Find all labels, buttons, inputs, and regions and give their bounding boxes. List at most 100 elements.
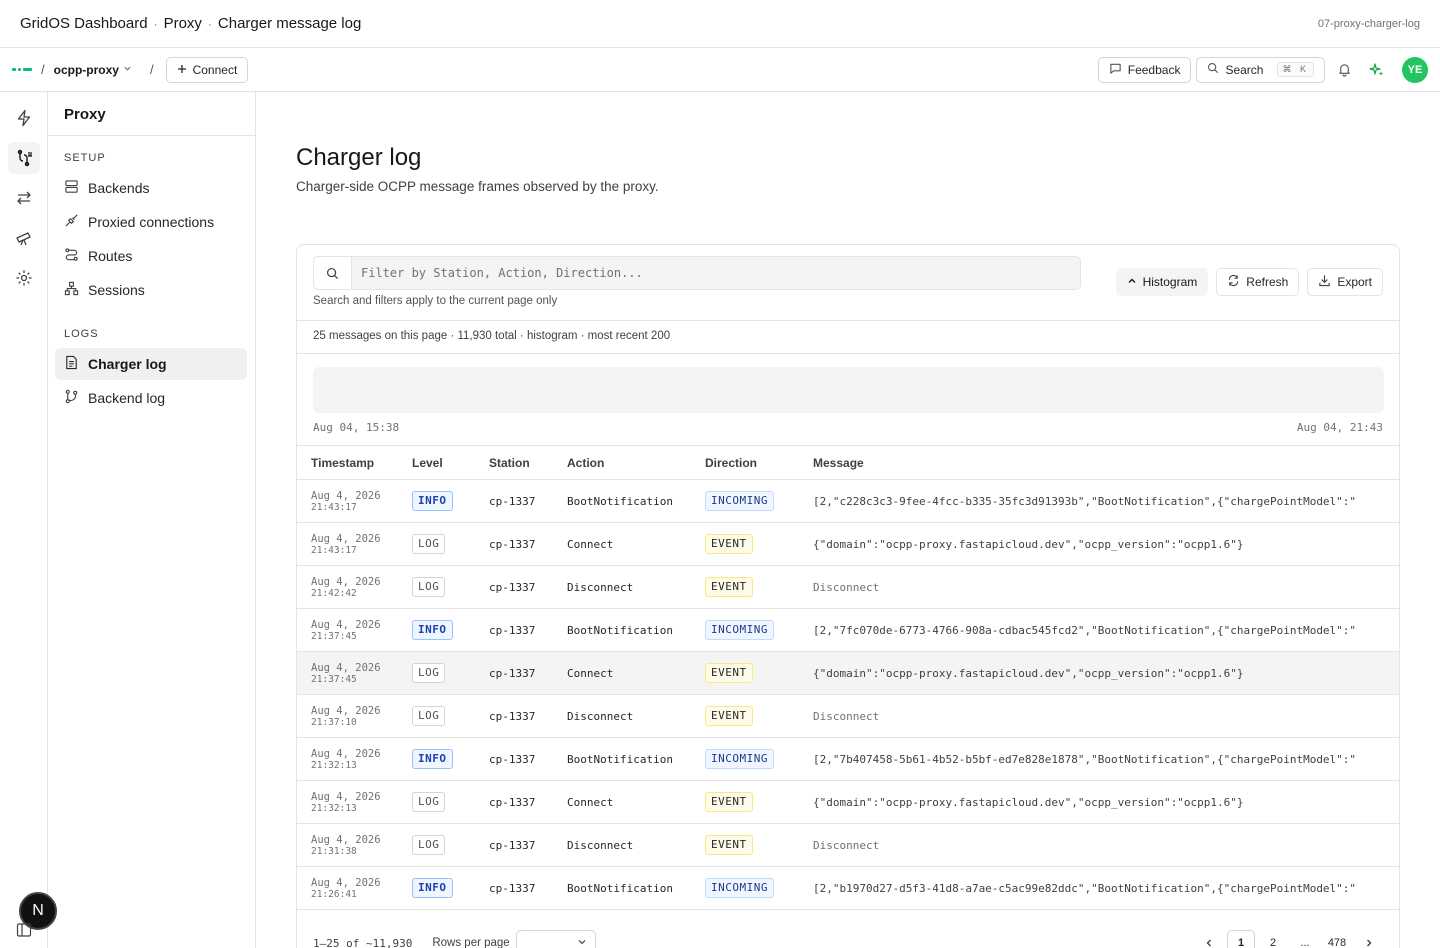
rows-per-page-select[interactable]: [515, 930, 596, 948]
sidebar-item-backend-log[interactable]: Backend log: [55, 382, 247, 414]
bell-icon[interactable]: [1330, 56, 1358, 84]
station-cell: cp-1337: [475, 823, 553, 867]
gear-icon[interactable]: [8, 262, 40, 294]
filter-box[interactable]: Filter by Station, Action, Direction...: [313, 256, 1081, 290]
topbar: / ocpp-proxy / Connect Feedback Search ⌘…: [0, 48, 1440, 92]
file-text-icon: [64, 355, 79, 373]
table-row[interactable]: Aug 4, 2026 21:43:17 INFO cp-1337 BootNotifi…: [297, 479, 1399, 523]
direction-cell: EVENT: [691, 651, 799, 695]
action-cell: BootNotification: [553, 866, 691, 910]
sessions-icon: [64, 281, 79, 299]
search-icon: [314, 257, 352, 289]
column-header[interactable]: Level: [398, 445, 475, 480]
sidebar-item-sessions[interactable]: Sessions: [55, 274, 247, 306]
date-text: Aug 4, 2026: [311, 532, 381, 545]
main-content: Charger log Charger-side OCPP message fr…: [256, 92, 1440, 948]
timestamp-cell: Aug 4, 2026 21:43:17: [297, 522, 398, 566]
time-text: 21:43:17: [311, 544, 357, 556]
page-button-current[interactable]: 1: [1227, 930, 1255, 948]
icon-rail: N: [0, 92, 57, 948]
level-badge: INFO: [412, 878, 453, 898]
time-text: 21:37:45: [311, 630, 357, 642]
chevron-left-icon[interactable]: [1195, 930, 1223, 948]
sidebar-item-backends[interactable]: Backends: [55, 172, 247, 204]
level-cell: LOG: [398, 823, 475, 867]
filter-input[interactable]: Filter by Station, Action, Direction...: [352, 257, 643, 289]
search-button[interactable]: Search ⌘ K: [1196, 56, 1325, 83]
level-cell: INFO: [398, 866, 475, 910]
table-row[interactable]: Aug 4, 2026 21:31:38 LOG cp-1337 Disconnect E…: [297, 823, 1399, 867]
avatar[interactable]: YE: [1402, 56, 1428, 83]
page-subtitle: Charger-side OCPP message frames observe…: [296, 179, 659, 194]
rows-per-page-label: Rows per page: [432, 937, 510, 948]
arrows-exchange-icon[interactable]: [8, 182, 40, 214]
direction-badge: EVENT: [705, 534, 753, 554]
timestamp-cell: Aug 4, 2026 21:42:42: [297, 565, 398, 609]
page-button[interactable]: 478: [1323, 930, 1351, 948]
title-separator: ·: [207, 16, 212, 31]
export-button[interactable]: Export: [1307, 268, 1383, 296]
server-icon: [64, 179, 79, 197]
table-row[interactable]: Aug 4, 2026 21:26:41 INFO cp-1337 BootNotifi…: [297, 866, 1399, 910]
refresh-button[interactable]: Refresh: [1216, 268, 1300, 296]
message-cell: [2,"7fc070de-6773-4766-908a-cdbac545fcd2…: [799, 608, 1399, 652]
table-row[interactable]: Aug 4, 2026 21:37:45 LOG cp-1337 Connect EVEN…: [297, 651, 1399, 695]
sidebar-item-routes[interactable]: Routes: [55, 240, 247, 272]
timestamp-cell: Aug 4, 2026 21:32:13: [297, 737, 398, 781]
table-row[interactable]: Aug 4, 2026 21:37:45 INFO cp-1337 BootNotifi…: [297, 608, 1399, 652]
logo-icon[interactable]: [12, 67, 33, 73]
sparkles-icon[interactable]: [1363, 56, 1391, 84]
feedback-label: Feedback: [1127, 62, 1181, 77]
action-cell: BootNotification: [553, 608, 691, 652]
column-header[interactable]: Action: [553, 445, 691, 480]
histogram-end-label: Aug 04, 21:43: [1296, 421, 1383, 434]
feedback-button[interactable]: Feedback: [1097, 56, 1192, 83]
action-cell: Connect: [553, 522, 691, 566]
proxy-nav-icon[interactable]: [8, 142, 40, 174]
chevron-down-icon: [577, 937, 587, 948]
sidebar-title: Proxy: [48, 92, 255, 136]
station-cell: cp-1337: [475, 780, 553, 824]
sidebar-item-charger-log[interactable]: Charger log: [55, 348, 247, 380]
time-text: 21:37:45: [311, 673, 357, 685]
station-cell: cp-1337: [475, 522, 553, 566]
section-name: Proxy: [163, 15, 202, 32]
sidebar-item-proxied-connections[interactable]: Proxied connections: [55, 206, 247, 238]
direction-cell: INCOMING: [691, 479, 799, 523]
chevron-right-icon[interactable]: [1355, 930, 1383, 948]
table-row[interactable]: Aug 4, 2026 21:42:42 LOG cp-1337 Disconnect E…: [297, 565, 1399, 609]
sidebar-toggle-icon[interactable]: [8, 918, 40, 942]
table-row[interactable]: Aug 4, 2026 21:32:13 INFO cp-1337 BootNotifi…: [297, 737, 1399, 781]
sidebar-item-label: Charger log: [88, 356, 167, 372]
column-header[interactable]: Timestamp: [297, 445, 398, 480]
sidebar-item-label: Routes: [88, 248, 133, 264]
table-row[interactable]: Aug 4, 2026 21:32:13 LOG cp-1337 Connect EVEN…: [297, 780, 1399, 824]
station-cell: cp-1337: [475, 565, 553, 609]
level-cell: LOG: [398, 780, 475, 824]
page-button[interactable]: 2: [1259, 930, 1287, 948]
timestamp-cell: Aug 4, 2026 21:32:13: [297, 780, 398, 824]
column-header[interactable]: Direction: [691, 445, 799, 480]
direction-cell: EVENT: [691, 694, 799, 738]
table-row[interactable]: Aug 4, 2026 21:43:17 LOG cp-1337 Connect EVEN…: [297, 522, 1399, 566]
page-ellipsis: ...: [1300, 937, 1310, 948]
plug-icon: [64, 213, 79, 231]
column-header[interactable]: Station: [475, 445, 553, 480]
direction-cell: EVENT: [691, 522, 799, 566]
table-row[interactable]: Aug 4, 2026 21:37:10 LOG cp-1337 Disconnect E…: [297, 694, 1399, 738]
search-shortcut: ⌘ K: [1277, 62, 1314, 77]
station-cell: cp-1337: [475, 866, 553, 910]
pagination: 1 2 ... 478: [1195, 930, 1383, 948]
project-switcher[interactable]: ocpp-proxy: [54, 63, 132, 77]
telescope-icon[interactable]: [8, 222, 40, 254]
message-cell: [2,"7b407458-5b61-4b52-b5bf-ed7e828e1878…: [799, 737, 1399, 781]
bolt-icon[interactable]: [8, 102, 40, 134]
time-text: 21:42:42: [311, 587, 357, 599]
date-text: Aug 4, 2026: [311, 876, 381, 889]
sidebar-item-label: Sessions: [88, 282, 145, 298]
column-header[interactable]: Message: [799, 445, 1399, 480]
date-text: Aug 4, 2026: [311, 618, 381, 631]
histogram-toggle-button[interactable]: Histogram: [1115, 268, 1209, 296]
direction-badge: INCOMING: [705, 620, 774, 640]
connect-button[interactable]: Connect: [165, 56, 249, 83]
